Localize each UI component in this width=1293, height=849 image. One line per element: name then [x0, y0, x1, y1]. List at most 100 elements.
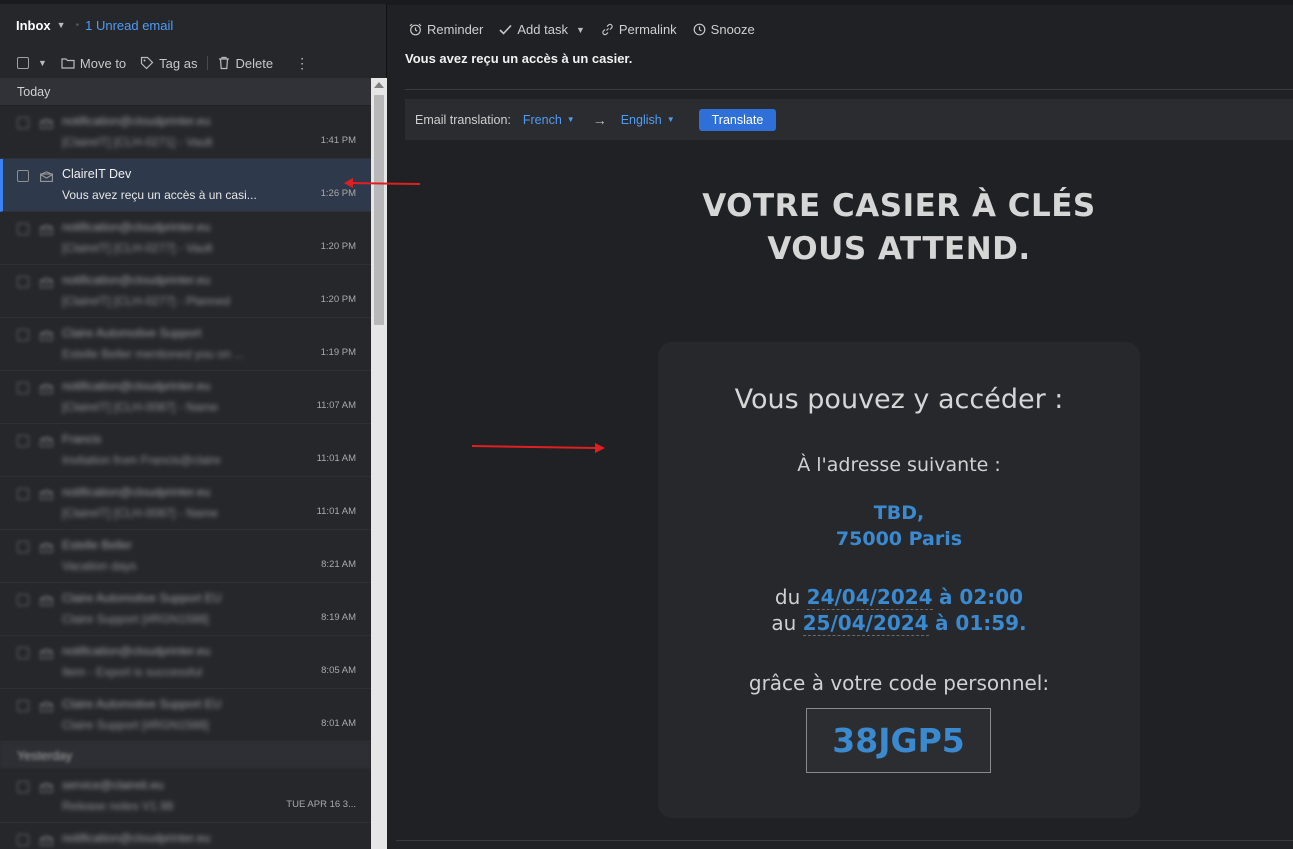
subject-preview: [ClaireIT] [CLH-0277] - Planned	[62, 294, 231, 308]
envelope-icon	[40, 328, 53, 346]
row-checkbox[interactable]	[17, 170, 29, 182]
envelope-icon	[40, 833, 53, 849]
add-task-button[interactable]: Add task ▼	[499, 22, 585, 37]
list-item[interactable]: Claire Automotive Support Estelle Beller …	[0, 318, 371, 371]
received-time: 1:19 PM	[320, 347, 356, 358]
list-item[interactable]: Estelle Beller Vacation days 8:21 AM	[0, 530, 371, 583]
trash-icon	[219, 56, 230, 70]
subject-preview: [ClaireIT] [CLH-0087] - Name	[62, 400, 219, 414]
start-date-line: du 24/04/2024 à 02:00	[658, 585, 1140, 610]
row-checkbox[interactable]	[17, 276, 29, 288]
permalink-label: Permalink	[618, 22, 677, 37]
translate-button[interactable]: Translate	[698, 108, 777, 131]
group-header-yesterday: Yesterday	[0, 742, 371, 770]
tag-icon	[141, 56, 154, 70]
clock-icon	[693, 23, 706, 36]
row-checkbox[interactable]	[17, 382, 29, 394]
start-time: à 02:00	[938, 585, 1024, 609]
divider	[405, 89, 1293, 90]
more-options-icon[interactable]: ⋮	[295, 55, 309, 72]
sender-name: notification@cloudprinter.eu	[62, 220, 211, 234]
list-item[interactable]: service@claireit.eu Release notes V1.98 TU…	[0, 770, 371, 823]
sender-name: notification@cloudprinter.eu	[62, 644, 211, 658]
reader-actions: Reminder Add task ▼ Permalink Snooze	[409, 22, 771, 37]
target-language-dropdown[interactable]: English ▼	[621, 113, 675, 127]
headline-line-1: VOTRE CASIER À CLÉS	[702, 188, 1096, 224]
reading-pane: Reminder Add task ▼ Permalink Snooze Vou…	[387, 0, 1293, 849]
link-icon	[602, 23, 613, 36]
row-checkbox[interactable]	[17, 488, 29, 500]
select-all-checkbox[interactable]	[17, 57, 29, 69]
chevron-down-icon[interactable]: ▼	[38, 58, 47, 68]
move-to-button[interactable]: Move to	[61, 56, 126, 71]
chevron-down-icon[interactable]: ▼	[57, 20, 66, 30]
group-header-today: Today	[0, 78, 371, 106]
received-time: 11:01 AM	[316, 453, 356, 464]
list-item[interactable]: notification@cloudprinter.eu [ClaireIT] […	[0, 477, 371, 530]
envelope-icon	[40, 780, 53, 798]
row-checkbox[interactable]	[17, 435, 29, 447]
folder-icon	[61, 58, 75, 69]
access-card: Vous pouvez y accéder : À l'adresse suiv…	[658, 342, 1140, 818]
scrollbar-thumb[interactable]	[374, 95, 384, 325]
list-item[interactable]: notification@cloudprinter.eu [ClaireIT] […	[0, 371, 371, 424]
list-item[interactable]: Francis Invitation from Francis@claire 11:…	[0, 424, 371, 477]
received-time: 8:19 AM	[321, 612, 356, 623]
list-item[interactable]: notification@cloudprinter.eu Item - Expor…	[0, 636, 371, 689]
folder-selector[interactable]: Inbox	[16, 18, 51, 33]
row-checkbox[interactable]	[17, 594, 29, 606]
subject-preview: Item - Export is successful	[62, 665, 203, 679]
checkmark-icon	[499, 24, 512, 35]
list-item[interactable]: Claire Automotive Support EU Claire Suppo…	[0, 689, 371, 742]
envelope-icon	[40, 116, 53, 134]
reminder-button[interactable]: Reminder	[409, 22, 483, 37]
subject-preview: Vacation days	[62, 559, 137, 573]
list-item[interactable]: notification@cloudprinter.eu	[0, 823, 371, 849]
sender-name: ClaireIT Dev	[62, 167, 132, 181]
list-item[interactable]: Claire Automotive Support EU Claire Suppo…	[0, 583, 371, 636]
row-checkbox[interactable]	[17, 117, 29, 129]
sender-name: notification@cloudprinter.eu	[62, 485, 211, 499]
source-language-dropdown[interactable]: French ▼	[523, 113, 575, 127]
received-time: 8:05 AM	[321, 665, 356, 676]
delete-button[interactable]: Delete	[218, 56, 273, 71]
start-date[interactable]: 24/04/2024	[806, 585, 933, 610]
scroll-up-arrow-icon[interactable]	[374, 82, 384, 88]
chevron-down-icon[interactable]: ▼	[576, 25, 585, 35]
access-title: Vous pouvez y accéder :	[734, 384, 1064, 415]
row-checkbox[interactable]	[17, 541, 29, 553]
envelope-icon	[40, 275, 53, 293]
sender-name: service@claireit.eu	[62, 778, 164, 792]
row-checkbox[interactable]	[17, 647, 29, 659]
end-time: à 01:59.	[934, 611, 1027, 635]
snooze-button[interactable]: Snooze	[693, 22, 755, 37]
subject-preview: Estelle Beller mentioned you on ...	[62, 347, 245, 361]
row-checkbox[interactable]	[17, 329, 29, 341]
delete-label: Delete	[235, 55, 274, 71]
translation-label: Email translation:	[415, 112, 511, 127]
folder-header: Inbox ▼ • 1 Unread email	[0, 4, 387, 46]
end-date[interactable]: 25/04/2024	[802, 611, 929, 636]
envelope-icon	[40, 487, 53, 505]
row-checkbox[interactable]	[17, 700, 29, 712]
subject-preview: Claire Support [#RGN1588]	[62, 718, 209, 732]
top-strip	[387, 0, 1293, 5]
received-time: 8:21 AM	[321, 559, 356, 570]
tag-as-button[interactable]: Tag as	[140, 56, 197, 71]
end-date-line: au 25/04/2024 à 01:59.	[658, 611, 1140, 636]
toolbar-divider	[207, 56, 209, 70]
list-item[interactable]: ClaireIT Dev Vous avez reçu un accès à un…	[0, 159, 371, 212]
list-item[interactable]: notification@cloudprinter.eu [ClaireIT] […	[0, 212, 371, 265]
row-checkbox[interactable]	[17, 223, 29, 235]
list-item[interactable]: notification@cloudprinter.eu [ClaireIT] […	[0, 265, 371, 318]
list-item[interactable]: notification@cloudprinter.eu [ClaireIT] […	[0, 106, 371, 159]
received-time: 11:07 AM	[316, 400, 356, 411]
subject-preview: Invitation from Francis@claire	[62, 453, 221, 467]
received-time: TUE APR 16 3...	[286, 799, 356, 810]
envelope-icon	[40, 540, 53, 558]
permalink-button[interactable]: Permalink	[601, 22, 677, 37]
row-checkbox[interactable]	[17, 834, 29, 846]
envelope-icon	[40, 699, 53, 717]
row-checkbox[interactable]	[17, 781, 29, 793]
unread-count-link[interactable]: 1 Unread email	[85, 18, 173, 33]
